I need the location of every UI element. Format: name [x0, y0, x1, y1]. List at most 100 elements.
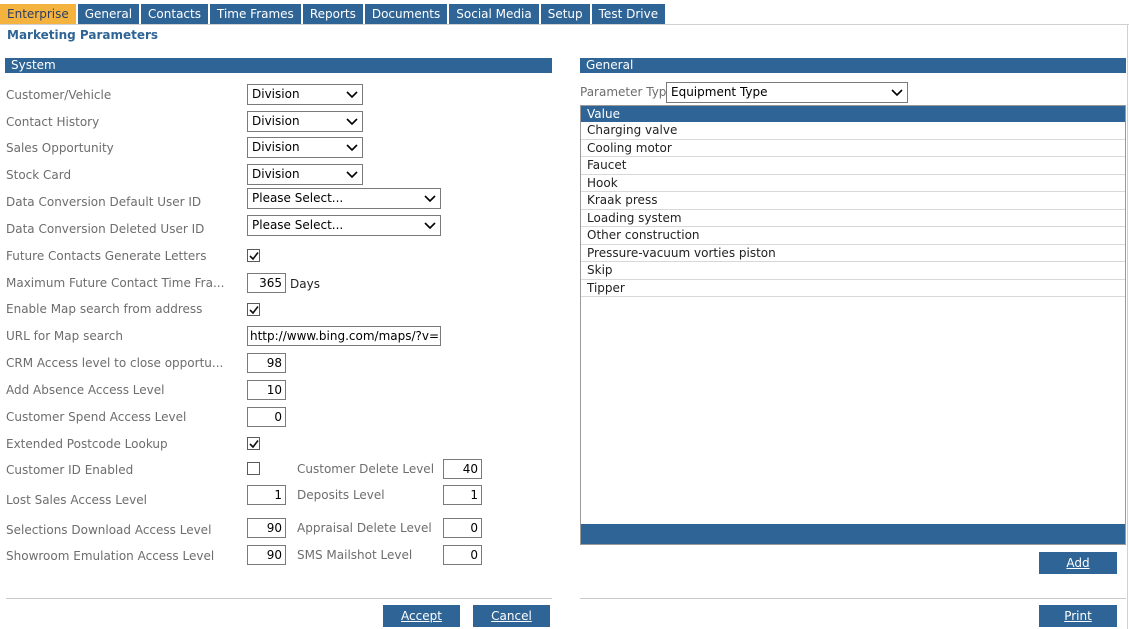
chevron-down-icon: [424, 222, 436, 230]
system-footer-divider: [6, 598, 552, 599]
tab-documents[interactable]: Documents: [364, 4, 450, 24]
add-button[interactable]: Add: [1039, 552, 1117, 574]
chevron-down-icon: [891, 89, 903, 97]
showroom-emulation-input[interactable]: 90: [247, 545, 286, 565]
list-item[interactable]: Kraak press: [581, 192, 1125, 210]
stock-card-value: Division: [252, 167, 300, 181]
sales-opportunity-value: Division: [252, 140, 300, 154]
general-footer-divider: [580, 598, 1126, 599]
dc-deleted-user-value: Please Select...: [252, 218, 344, 232]
url-map-search-label: URL for Map search: [6, 329, 123, 343]
appraisal-delete-input[interactable]: 0: [443, 518, 482, 538]
list-item[interactable]: Hook: [581, 175, 1125, 192]
sms-mailshot-label: SMS Mailshot Level: [297, 548, 413, 562]
max-future-contact-input[interactable]: 365: [247, 273, 286, 293]
checkmark-icon: [249, 306, 259, 315]
appraisal-delete-label: Appraisal Delete Level: [297, 521, 432, 535]
enable-map-search-checkbox[interactable]: [247, 303, 260, 316]
parameter-type-label: Parameter Type: [580, 85, 674, 99]
sms-mailshot-input[interactable]: 0: [443, 545, 482, 565]
add-absence-input[interactable]: 10: [247, 380, 286, 400]
chevron-down-icon: [346, 144, 358, 152]
list-item[interactable]: Loading system: [581, 210, 1125, 227]
crm-access-close-input[interactable]: 98: [247, 353, 286, 373]
cancel-button-label: Cancel: [491, 609, 532, 623]
dc-default-user-select[interactable]: Please Select...: [247, 188, 441, 209]
max-future-contact-label: Maximum Future Contact Time Fra...: [6, 276, 225, 290]
days-unit-label: Days: [290, 277, 320, 291]
tab-contacts[interactable]: Contacts: [141, 4, 210, 24]
list-item[interactable]: Faucet: [581, 157, 1125, 175]
customer-delete-level-input[interactable]: 40: [443, 459, 482, 479]
list-item[interactable]: Charging valve: [581, 122, 1125, 140]
customer-id-enabled-checkbox[interactable]: [247, 462, 260, 475]
chevron-down-icon: [346, 91, 358, 99]
customer-id-enabled-label: Customer ID Enabled: [6, 463, 134, 477]
sales-opportunity-label: Sales Opportunity: [6, 141, 114, 155]
customer-spend-label: Customer Spend Access Level: [6, 410, 187, 424]
lost-sales-input[interactable]: 1: [247, 485, 286, 505]
contact-history-select[interactable]: Division: [247, 111, 363, 132]
customer-spend-input[interactable]: 0: [247, 407, 286, 427]
chevron-down-icon: [346, 171, 358, 179]
checkmark-icon: [249, 440, 259, 449]
crm-access-close-label: CRM Access level to close opportu...: [6, 356, 224, 370]
list-item[interactable]: Other construction: [581, 227, 1125, 245]
lost-sales-label: Lost Sales Access Level: [6, 493, 147, 507]
selections-download-input[interactable]: 90: [247, 518, 286, 538]
add-button-label: Add: [1066, 556, 1090, 570]
customer-vehicle-label: Customer/Vehicle: [6, 88, 112, 102]
tab-social-media[interactable]: Social Media: [449, 4, 541, 24]
selections-download-label: Selections Download Access Level: [6, 523, 212, 537]
tab-general[interactable]: General: [77, 4, 142, 24]
deposits-level-input[interactable]: 1: [443, 485, 482, 505]
checkmark-icon: [249, 252, 259, 261]
accept-button[interactable]: Accept: [383, 605, 460, 627]
extended-postcode-checkbox[interactable]: [247, 437, 260, 450]
dc-deleted-user-select[interactable]: Please Select...: [247, 215, 441, 236]
stock-card-select[interactable]: Division: [247, 164, 363, 185]
customer-delete-level-label: Customer Delete Level: [297, 462, 435, 476]
list-footer-bar: [581, 524, 1125, 544]
chevron-down-icon: [346, 118, 358, 126]
accept-button-label: Accept: [401, 609, 442, 623]
tab-divider: [0, 24, 1129, 25]
sales-opportunity-select[interactable]: Division: [247, 137, 363, 158]
url-map-search-input[interactable]: http://www.bing.com/maps/?v=2&w: [247, 326, 441, 346]
general-panel-header: General: [580, 58, 1126, 73]
dc-default-user-label: Data Conversion Default User ID: [6, 195, 202, 209]
print-button[interactable]: Print: [1039, 605, 1117, 627]
list-item[interactable]: Cooling motor: [581, 140, 1125, 157]
add-absence-label: Add Absence Access Level: [6, 383, 165, 397]
tab-test-drive[interactable]: Test Drive: [591, 4, 668, 24]
customer-vehicle-select[interactable]: Division: [247, 84, 363, 105]
chevron-down-icon: [424, 195, 436, 203]
cancel-button[interactable]: Cancel: [473, 605, 550, 627]
tab-enterprise[interactable]: Enterprise: [0, 4, 78, 24]
list-header-value: Value: [581, 106, 1125, 122]
list-item[interactable]: Skip: [581, 262, 1125, 280]
top-tab-bar: Enterprise General Contacts Time Frames …: [0, 4, 668, 24]
system-panel-header: System: [5, 58, 552, 73]
page-title: Marketing Parameters: [7, 28, 159, 42]
tab-reports[interactable]: Reports: [302, 4, 365, 24]
list-item[interactable]: Pressure-vacuum vorties piston: [581, 245, 1125, 262]
dc-deleted-user-label: Data Conversion Deleted User ID: [6, 222, 205, 236]
parameter-type-select[interactable]: Equipment Type: [666, 82, 908, 103]
contact-history-label: Contact History: [6, 115, 100, 129]
contact-history-value: Division: [252, 114, 300, 128]
parameter-type-value: Equipment Type: [671, 85, 768, 99]
extended-postcode-label: Extended Postcode Lookup: [6, 437, 168, 451]
tab-time-frames[interactable]: Time Frames: [209, 4, 303, 24]
showroom-emulation-label: Showroom Emulation Access Level: [6, 549, 215, 563]
parameter-values-list: Value Charging valve Cooling motor Fauce…: [580, 105, 1126, 545]
deposits-level-label: Deposits Level: [297, 488, 385, 502]
tab-setup[interactable]: Setup: [540, 4, 592, 24]
customer-vehicle-value: Division: [252, 87, 300, 101]
enable-map-search-label: Enable Map search from address: [6, 302, 203, 316]
future-contacts-letters-label: Future Contacts Generate Letters: [6, 249, 207, 263]
list-item[interactable]: Tipper: [581, 280, 1125, 297]
future-contacts-letters-checkbox[interactable]: [247, 249, 260, 262]
print-button-label: Print: [1064, 609, 1092, 623]
frame-border: [1127, 24, 1128, 629]
